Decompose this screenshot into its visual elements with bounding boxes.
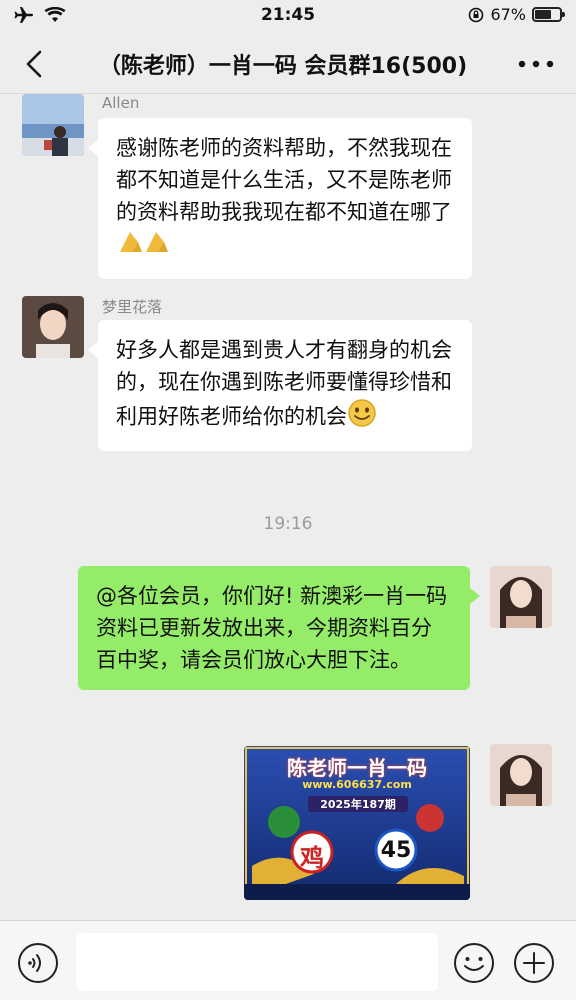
group-title: （陈老师）一肖一码 会员群16(500)	[98, 54, 468, 79]
avatar-photo	[22, 94, 84, 156]
sender-name: 梦里花落	[102, 298, 163, 316]
avatar-photo	[490, 744, 552, 806]
message-bubble-outgoing[interactable]: @各位会员，你们好! 新澳彩一肖一码资料已更新发放出来，今期资料百分百中奖，请会…	[78, 566, 480, 690]
plus-icon	[514, 943, 554, 983]
emoji-icon	[454, 943, 494, 983]
back-chevron-icon	[26, 50, 42, 78]
message-bubble[interactable]: 感谢陈老师的资料帮助，不然我现在都不知道是什么生活，又不是陈老师的资料帮助我我现…	[88, 118, 472, 279]
chat-area[interactable]: Allen 感谢陈老师的资料帮助，不然我现在都不知道是什么生活，又不是陈老师的资…	[0, 94, 576, 920]
avatar-photo	[490, 566, 552, 628]
battery-icon	[532, 7, 565, 22]
sender-name: Allen	[102, 94, 140, 112]
avatar-menglihuaqiao[interactable]	[22, 296, 84, 358]
message-text: 感谢陈老师的资料帮助，不然我现在都不知道是什么生活，又不是陈老师的资料帮助我我现…	[116, 136, 452, 224]
more-dots-icon	[518, 60, 554, 68]
promo-number: 45	[380, 838, 412, 863]
avatar-photo	[22, 296, 84, 358]
promo-headline: 陈老师一肖一码	[287, 756, 427, 780]
voice-button[interactable]	[16, 941, 60, 985]
lock-rotation-icon	[469, 7, 484, 22]
back-button[interactable]	[18, 46, 54, 82]
promo-image-message[interactable]: 陈老师一肖一码 www.606637.com 2025年187期 鸡 45	[244, 746, 470, 900]
promo-zodiac: 鸡	[300, 844, 324, 872]
message-input[interactable]	[76, 933, 438, 991]
chat-header: （陈老师）一肖一码 会员群16(500)	[0, 32, 576, 94]
input-bar	[0, 920, 576, 1000]
more-button[interactable]	[516, 50, 556, 78]
time-separator: 19:16	[263, 514, 313, 534]
smile-emoji-icon	[347, 398, 377, 437]
message-bubble[interactable]: 好多人都是遇到贵人才有翻身的机会的，现在你遇到陈老师要懂得珍惜和利用好陈老师给你…	[88, 320, 472, 451]
promo-url: www.606637.com	[302, 778, 412, 791]
pray-emoji-icon	[116, 228, 174, 265]
plus-button[interactable]	[512, 941, 556, 985]
message-text: @各位会员，你们好! 新澳彩一肖一码资料已更新发放出来，今期资料百分百中奖，请会…	[96, 584, 448, 672]
promo-period: 2025年187期	[308, 796, 408, 812]
emoji-button[interactable]	[452, 941, 496, 985]
status-bar: 21:45 67%	[0, 0, 576, 32]
voice-icon	[18, 943, 58, 983]
battery-percent: 67%	[490, 5, 526, 24]
avatar-allen[interactable]	[22, 94, 84, 156]
avatar-self[interactable]	[490, 744, 552, 806]
battery-fill	[535, 10, 552, 19]
message-text: 好多人都是遇到贵人才有翻身的机会的，现在你遇到陈老师要懂得珍惜和利用好陈老师给你…	[116, 338, 452, 429]
avatar-self[interactable]	[490, 566, 552, 628]
status-bar-right: 67%	[468, 5, 565, 24]
